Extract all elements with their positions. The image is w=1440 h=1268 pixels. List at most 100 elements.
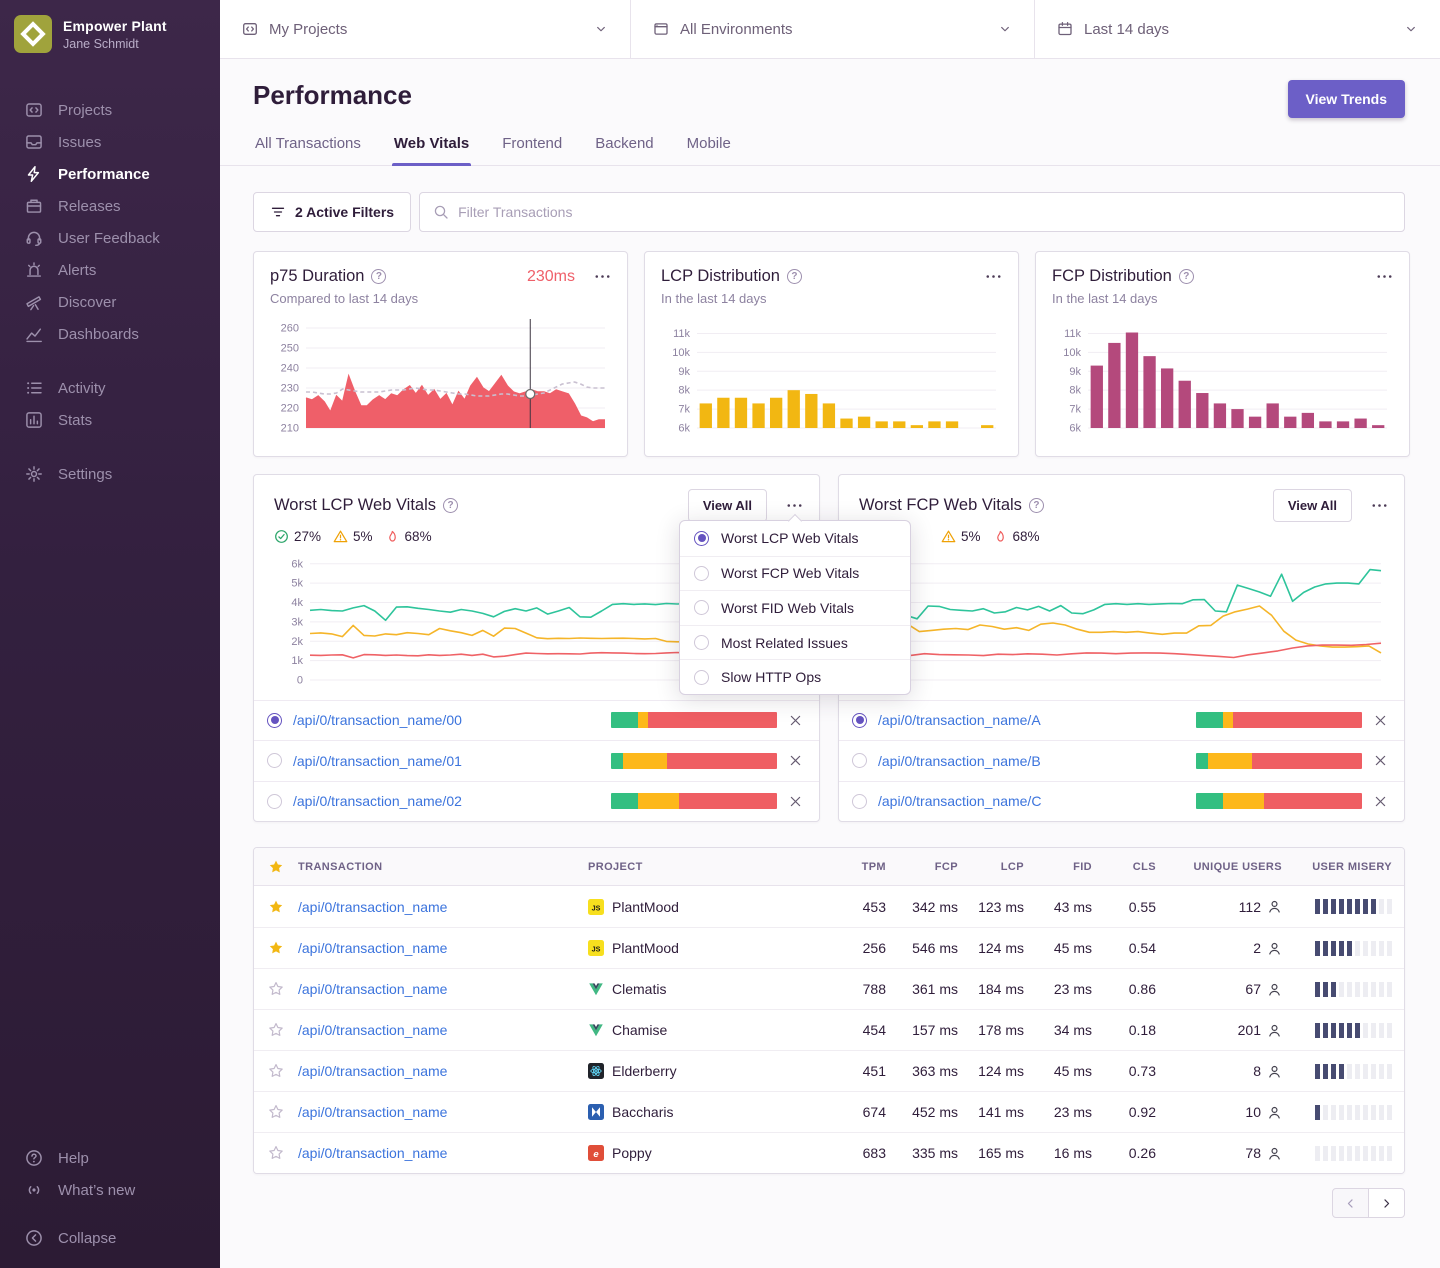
sidebar-item-user-feedback[interactable]: User Feedback [0,222,220,254]
card-menu-icon[interactable] [1376,268,1393,285]
transaction-link[interactable]: /api/0/transaction_name/A [878,712,1185,728]
star-empty-icon[interactable] [268,981,284,997]
sidebar-item-issues[interactable]: Issues [0,126,220,158]
project-cell[interactable]: JSPlantMood [588,899,812,915]
next-page-button[interactable] [1368,1188,1405,1218]
transaction-link[interactable]: /api/0/transaction_name [298,1104,588,1120]
project-cell[interactable]: JSPlantMood [588,940,812,956]
help-icon[interactable]: ? [443,498,458,513]
radio-button[interactable] [267,753,282,768]
table-row: /api/0/transaction_nameePoppy683335 ms16… [254,1132,1404,1173]
close-icon[interactable] [1373,713,1388,728]
project-cell[interactable]: Elderberry [588,1063,812,1079]
tab-frontend[interactable]: Frontend [500,135,564,165]
transaction-link[interactable]: /api/0/transaction_name [298,899,588,915]
transaction-link[interactable]: /api/0/transaction_name [298,1063,588,1079]
help-icon[interactable]: ? [787,269,802,284]
sidebar-item-settings[interactable]: Settings [0,458,220,490]
dropdown-option-most-related-issues[interactable]: Most Related Issues [680,625,910,660]
sidebar-item-projects[interactable]: Projects [0,94,220,126]
view-all-button[interactable]: View All [1273,489,1352,522]
project-name: Chamise [612,1022,667,1038]
star-filled-icon[interactable] [268,899,284,915]
radio-button[interactable] [852,753,867,768]
tab-all-transactions[interactable]: All Transactions [253,135,363,165]
column-header-project[interactable]: PROJECT [588,861,812,873]
help-icon[interactable]: ? [1179,269,1194,284]
help-icon[interactable]: ? [371,269,386,284]
sidebar-item-dashboards[interactable]: Dashboards [0,318,220,350]
transaction-link[interactable]: /api/0/transaction_name [298,940,588,956]
project-cell[interactable]: ePoppy [588,1145,812,1161]
dropdown-option-worst-fcp-web-vitals[interactable]: Worst FCP Web Vitals [680,556,910,591]
transaction-link[interactable]: /api/0/transaction_name/C [878,793,1185,809]
transaction-link[interactable]: /api/0/transaction_name/B [878,753,1185,769]
transaction-link[interactable]: /api/0/transaction_name/01 [293,753,600,769]
column-header-lcp[interactable]: LCP [958,861,1024,873]
radio-button[interactable] [852,794,867,809]
active-filters-button[interactable]: 2 Active Filters [253,192,411,232]
view-trends-button[interactable]: View Trends [1288,80,1405,118]
column-header-unique-users[interactable]: UNIQUE USERS [1156,861,1282,873]
close-icon[interactable] [788,753,803,768]
close-icon[interactable] [788,794,803,809]
star-empty-icon[interactable] [268,1145,284,1161]
project-cell[interactable]: Chamise [588,1022,812,1038]
card-menu-icon[interactable] [985,268,1002,285]
close-icon[interactable] [788,713,803,728]
tab-mobile[interactable]: Mobile [685,135,733,165]
sidebar-item-collapse[interactable]: Collapse [0,1222,220,1254]
radio-button[interactable] [267,713,282,728]
sidebar-item-releases[interactable]: Releases [0,190,220,222]
column-header-tpm[interactable]: TPM [812,861,886,873]
radio-button[interactable] [852,713,867,728]
dropdown-option-worst-fid-web-vitals[interactable]: Worst FID Web Vitals [680,590,910,625]
project-filter-dropdown[interactable]: My Projects [220,0,630,58]
close-icon[interactable] [1373,794,1388,809]
radio-button[interactable] [267,794,282,809]
sidebar-item-help[interactable]: Help [0,1142,220,1174]
tab-web-vitals[interactable]: Web Vitals [392,135,471,165]
help-icon[interactable]: ? [1029,498,1044,513]
view-all-button[interactable]: View All [688,489,767,522]
sidebar-item-stats[interactable]: Stats [0,404,220,436]
close-icon[interactable] [1373,753,1388,768]
column-header-fid[interactable]: FID [1024,861,1092,873]
column-header-cls[interactable]: CLS [1092,861,1156,873]
project-cell[interactable]: Baccharis [588,1104,812,1120]
sidebar-item-what-s-new[interactable]: What’s new [0,1174,220,1206]
column-header-user-misery[interactable]: USER MISERY [1282,861,1405,873]
worst-fcp-chart: 01k2k3k4k5k6k [859,548,1387,692]
sidebar-item-alerts[interactable]: Alerts [0,254,220,286]
sidebar-item-discover[interactable]: Discover [0,286,220,318]
transaction-link[interactable]: /api/0/transaction_name [298,1022,588,1038]
date-range-label: Last 14 days [1084,21,1393,38]
star-filled-icon[interactable] [268,940,284,956]
project-cell[interactable]: Clematis [588,981,812,997]
column-header-fcp[interactable]: FCP [886,861,958,873]
card-menu-icon[interactable] [1371,497,1388,514]
transaction-link[interactable]: /api/0/transaction_name/02 [293,793,600,809]
sidebar-item-activity[interactable]: Activity [0,372,220,404]
transaction-link[interactable]: /api/0/transaction_name/00 [293,712,600,728]
star-empty-icon[interactable] [268,1104,284,1120]
card-menu-icon[interactable] [594,268,611,285]
good-stat: 27% [274,529,321,544]
person-icon [1267,1064,1282,1079]
star-empty-icon[interactable] [268,1063,284,1079]
star-icon[interactable] [268,859,284,875]
environment-filter-dropdown[interactable]: All Environments [630,0,1034,58]
transaction-link[interactable]: /api/0/transaction_name [298,1145,588,1161]
star-empty-icon[interactable] [268,1022,284,1038]
search-input[interactable] [458,204,1391,220]
org-switcher[interactable]: Empower Plant Jane Schmidt [0,0,220,68]
tab-backend[interactable]: Backend [593,135,655,165]
date-range-dropdown[interactable]: Last 14 days [1034,0,1440,58]
sidebar-item-performance[interactable]: Performance [0,158,220,190]
dropdown-option-worst-lcp-web-vitals[interactable]: Worst LCP Web Vitals [680,521,910,556]
dropdown-option-slow-http-ops[interactable]: Slow HTTP Ops [680,659,910,694]
previous-page-button[interactable] [1332,1188,1369,1218]
column-header-transaction[interactable]: TRANSACTION [298,861,588,873]
card-menu-icon[interactable] [786,497,803,514]
transaction-link[interactable]: /api/0/transaction_name [298,981,588,997]
